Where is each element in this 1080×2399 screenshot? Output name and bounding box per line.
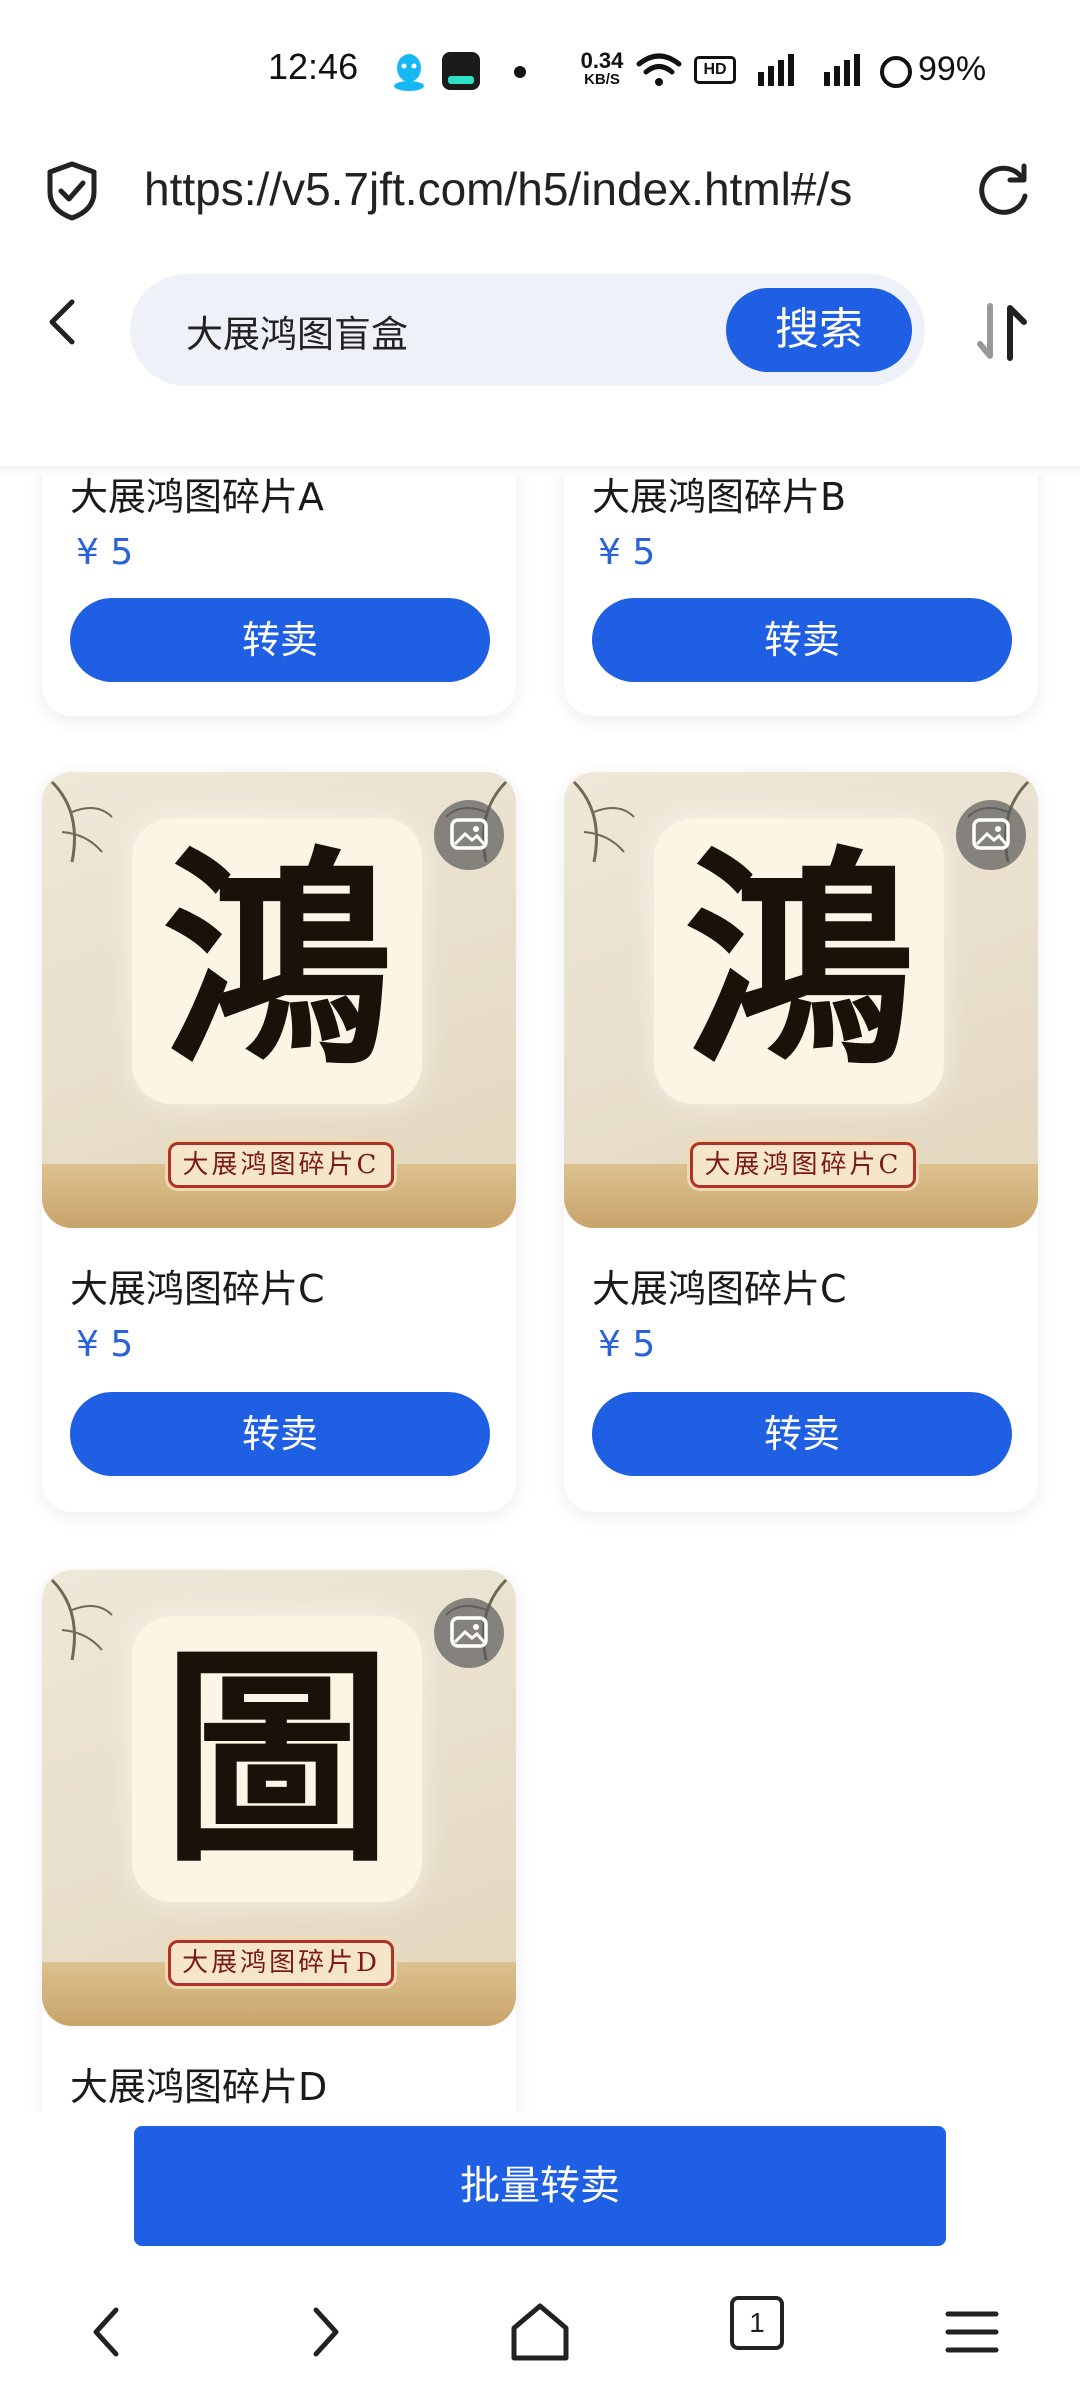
resell-button[interactable]: 转卖 — [70, 1392, 490, 1476]
batch-bar: 批量转卖 — [0, 2112, 1080, 2262]
image-preview-icon[interactable] — [434, 1598, 504, 1668]
calligraphy-glyph: 鴻 — [683, 826, 914, 1096]
product-image[interactable]: 鴻 大展鸿图碎片C — [42, 772, 516, 1228]
reload-icon[interactable] — [972, 160, 1034, 222]
forward-icon[interactable] — [288, 2296, 360, 2368]
signal-icon — [824, 54, 860, 86]
product-price: ¥ 5 — [76, 532, 134, 573]
product-image[interactable]: 鴻 大展鸿图碎片C — [564, 772, 1038, 1228]
product-grid: 大展鸿图碎片A ¥ 5 转卖 大展鸿图碎片B ¥ 5 转卖 鴻 大展鸿图碎片C — [0, 476, 1080, 2112]
search-button[interactable]: 搜索 — [726, 288, 912, 372]
wifi-icon — [636, 53, 682, 86]
calligraphy-glyph: 圖 — [161, 1624, 392, 1894]
product-card[interactable]: 圖 大展鸿图碎片D 大展鸿图碎片D — [42, 1570, 516, 2112]
product-price: ¥ 5 — [598, 532, 656, 573]
qq-icon — [394, 54, 424, 91]
search-input[interactable]: 大展鸿图盲盒 — [186, 304, 408, 358]
product-price: ¥ 5 — [76, 1324, 134, 1365]
product-card[interactable]: 大展鸿图碎片B ¥ 5 转卖 — [564, 476, 1038, 716]
home-icon[interactable] — [504, 2296, 576, 2368]
hd-voice-icon: HD — [694, 56, 736, 84]
calligraphy-glyph: 鴻 — [161, 826, 392, 1096]
menu-icon[interactable] — [936, 2296, 1008, 2368]
product-title: 大展鸿图碎片A — [70, 476, 324, 519]
product-image[interactable]: 圖 大展鸿图碎片D — [42, 1570, 516, 2026]
back-icon[interactable] — [72, 2296, 144, 2368]
header-divider — [0, 466, 1080, 476]
url-fade — [860, 150, 940, 230]
image-preview-icon[interactable] — [434, 800, 504, 870]
battery-percent: 99% — [918, 50, 987, 88]
product-card[interactable]: 大展鸿图碎片A ¥ 5 转卖 — [42, 476, 516, 716]
product-card[interactable]: 鴻 大展鸿图碎片C 大展鸿图碎片C ¥ 5 转卖 — [564, 772, 1038, 1512]
browser-nav-bar — [0, 2262, 1080, 2399]
sort-icon[interactable] — [972, 300, 1032, 364]
status-time: 12:46 — [268, 46, 359, 87]
image-banner: 大展鸿图碎片C — [168, 1142, 394, 1188]
url-text[interactable]: https://v5.7jft.com/h5/index.html#/s — [144, 162, 934, 216]
browser-url-bar: https://v5.7jft.com/h5/index.html#/s — [0, 130, 1080, 250]
security-shield-icon[interactable] — [44, 160, 100, 222]
product-title: 大展鸿图碎片C — [592, 1267, 847, 1311]
image-banner: 大展鸿图碎片D — [168, 1940, 394, 1986]
image-preview-icon[interactable] — [956, 800, 1026, 870]
product-title: 大展鸿图碎片C — [70, 1267, 325, 1311]
back-icon[interactable] — [36, 294, 92, 350]
product-title: 大展鸿图碎片D — [70, 2065, 328, 2109]
resell-button[interactable]: 转卖 — [70, 598, 490, 682]
resell-button[interactable]: 转卖 — [592, 1392, 1012, 1476]
notification-dot-icon — [514, 66, 526, 78]
batch-resell-button[interactable]: 批量转卖 — [134, 2126, 946, 2246]
image-banner: 大展鸿图碎片C — [690, 1142, 916, 1188]
network-speed: 0.34 KB/S — [580, 48, 624, 88]
search-header: 大展鸿图盲盒 — [0, 262, 1080, 386]
tabs-button[interactable]: 1 — [730, 2296, 784, 2350]
product-price: ¥ 5 — [598, 1324, 656, 1365]
product-card[interactable]: 鴻 大展鸿图碎片C 大展鸿图碎片C ¥ 5 转卖 — [42, 772, 516, 1512]
resell-button[interactable]: 转卖 — [592, 598, 1012, 682]
product-title: 大展鸿图碎片B — [592, 476, 847, 519]
status-bar: 12:46 0.34 KB/S HD 99% — [0, 0, 1080, 120]
app-notification-icon — [442, 52, 480, 90]
battery-icon — [880, 56, 912, 88]
signal-icon — [758, 54, 794, 86]
